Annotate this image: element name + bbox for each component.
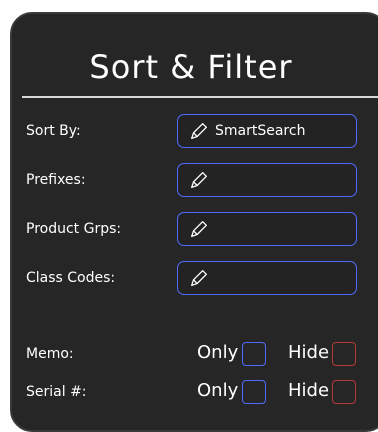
pencil-icon	[191, 221, 207, 237]
serial-row: Serial #: Only Hide	[12, 378, 372, 406]
sort-by-value: SmartSearch	[215, 123, 306, 139]
sort-by-field[interactable]: SmartSearch	[177, 114, 357, 148]
memo-only-checkbox[interactable]	[242, 342, 266, 366]
serial-hide-checkbox[interactable]	[332, 380, 356, 404]
title-divider	[22, 96, 378, 98]
pencil-icon	[191, 123, 207, 139]
class-codes-field[interactable]	[177, 261, 357, 295]
memo-label: Memo:	[26, 346, 74, 362]
prefixes-row: Prefixes:	[12, 163, 372, 197]
prefixes-field[interactable]	[177, 163, 357, 197]
serial-hide-label: Hide	[288, 380, 330, 401]
sort-by-row: Sort By: SmartSearch	[12, 114, 372, 148]
product-grps-row: Product Grps:	[12, 212, 372, 246]
pencil-icon	[191, 172, 207, 188]
serial-only-label: Only	[197, 380, 239, 401]
product-grps-field[interactable]	[177, 212, 357, 246]
class-codes-row: Class Codes:	[12, 261, 372, 295]
class-codes-label: Class Codes:	[26, 270, 116, 286]
memo-row: Memo: Only Hide	[12, 340, 372, 368]
serial-only-checkbox[interactable]	[242, 380, 266, 404]
memo-only-label: Only	[197, 342, 239, 363]
memo-hide-checkbox[interactable]	[332, 342, 356, 366]
panel-title: Sort & Filter	[89, 48, 293, 86]
sort-by-label: Sort By:	[26, 123, 81, 139]
serial-label: Serial #:	[26, 384, 87, 400]
memo-hide-label: Hide	[288, 342, 330, 363]
prefixes-label: Prefixes:	[26, 172, 86, 188]
product-grps-label: Product Grps:	[26, 221, 122, 237]
sort-filter-panel: Sort & Filter Sort By: SmartSearch Prefi…	[10, 12, 378, 432]
pencil-icon	[191, 270, 207, 286]
